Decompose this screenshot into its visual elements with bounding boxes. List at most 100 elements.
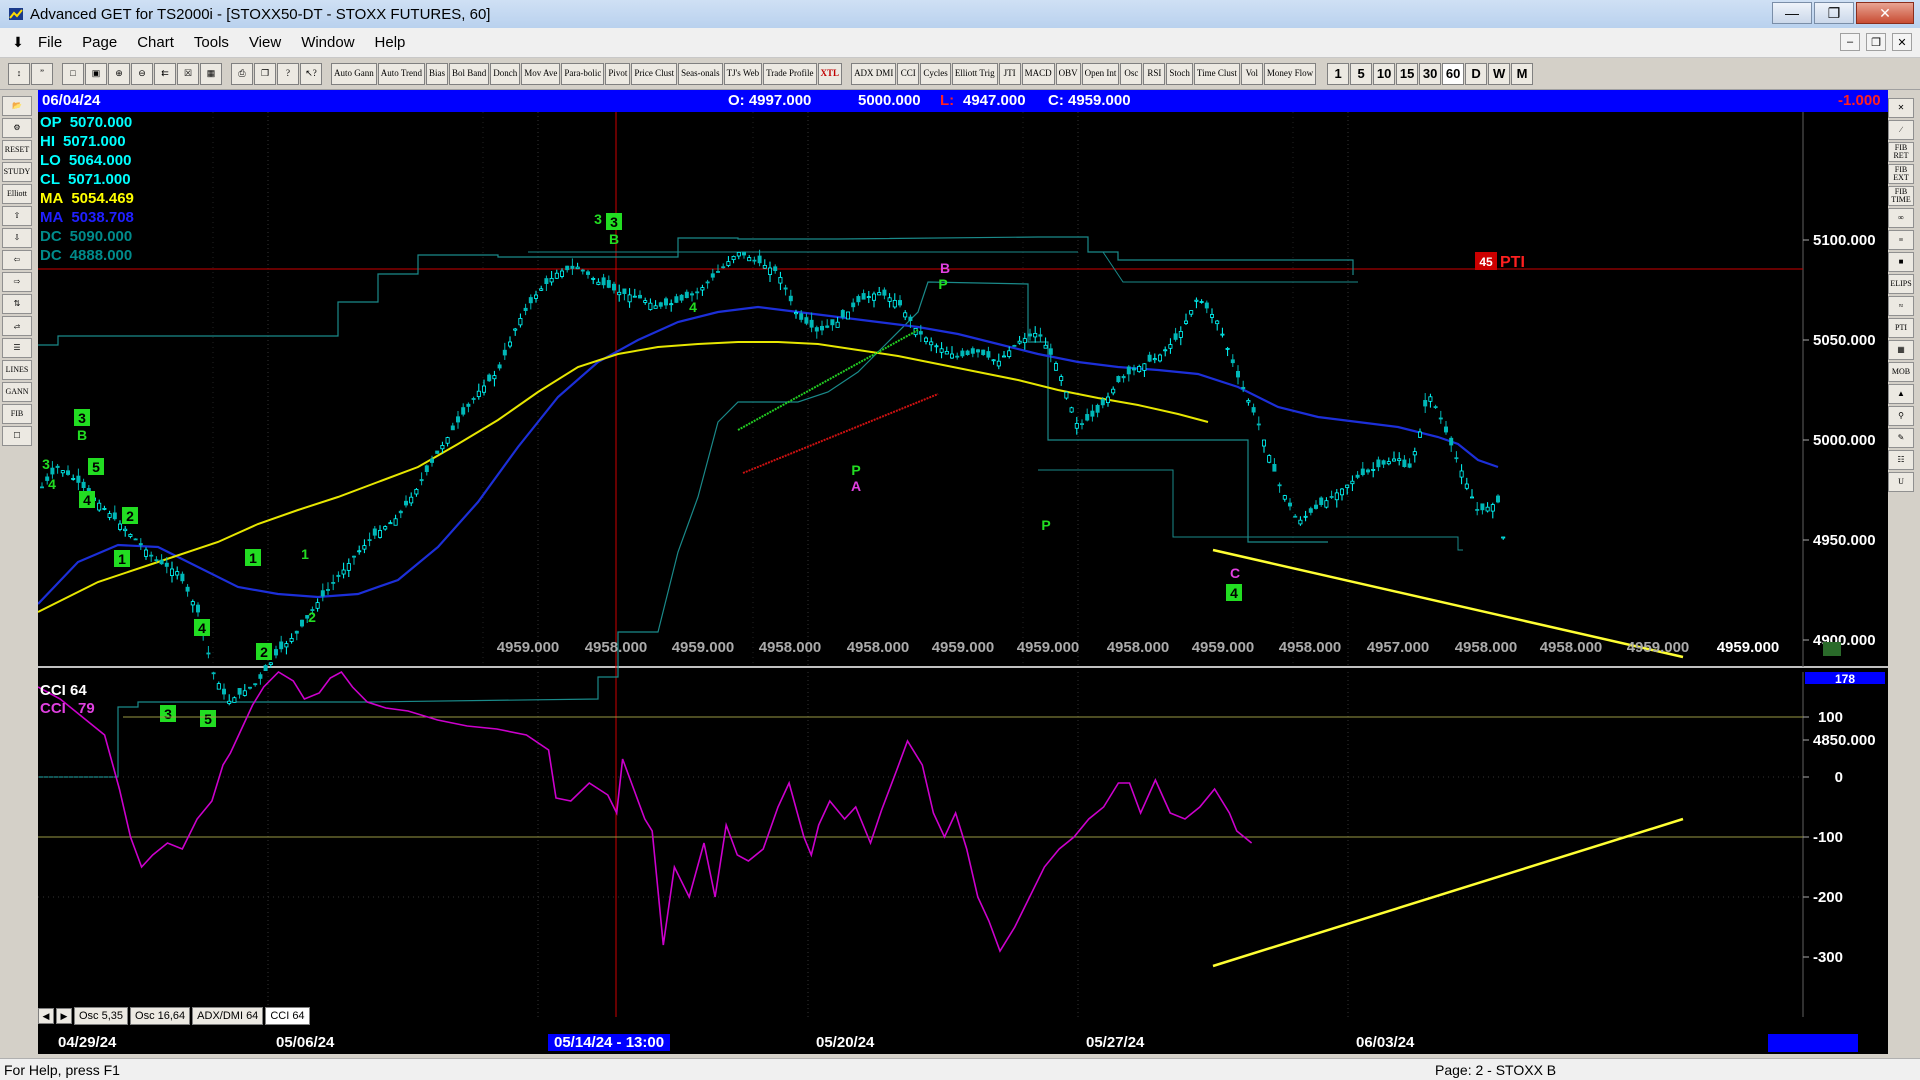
delete-icon[interactable]: ☒ (177, 62, 199, 85)
quote-icon[interactable]: ” (31, 62, 53, 85)
left-tool-icon-9[interactable]: ⇅ (2, 294, 32, 314)
left-tool-icon-0[interactable]: 📂 (2, 96, 32, 116)
interval-15-button[interactable]: 15 (1396, 62, 1419, 85)
osc-macd-button[interactable]: MACD (1021, 62, 1055, 85)
study-xtl-button[interactable]: XTL (817, 62, 843, 85)
left-tool-icon-5[interactable]: ⇧ (2, 206, 32, 226)
right-tool-icon-11[interactable]: ▦ (1888, 340, 1914, 360)
right-tool-fib-ext[interactable]: FIB EXT (1888, 164, 1914, 184)
study-auto-trend-button[interactable]: Auto Trend (377, 62, 426, 85)
osc-money-flow-button[interactable]: Money Flow (1263, 62, 1317, 85)
study-para-bolic-button[interactable]: Para-bolic (561, 62, 605, 85)
copy-icon[interactable]: ❐ (254, 62, 276, 85)
menu-help[interactable]: Help (365, 34, 416, 51)
osc-adx-dmi-button[interactable]: ADX DMI (851, 62, 897, 85)
zoom-out-icon[interactable]: ⊖ (131, 62, 153, 85)
tab-cci-64[interactable]: CCI 64 (265, 1007, 310, 1025)
interval-d-button[interactable]: D (1465, 62, 1488, 85)
right-tool-icon-9[interactable]: ≈ (1888, 296, 1914, 316)
study-donch-button[interactable]: Donch (490, 62, 521, 85)
save-icon[interactable]: ▣ (85, 62, 107, 85)
left-tool-icon-15[interactable]: ☐ (2, 426, 32, 446)
study-auto-gann-button[interactable]: Auto Gann (331, 62, 377, 85)
study-price-clust-button[interactable]: Price Clust (631, 62, 678, 85)
zoom-in-icon[interactable]: ⊕ (108, 62, 130, 85)
left-tool-icon-1[interactable]: ⚙ (2, 118, 32, 138)
tab-next-icon[interactable]: ▶ (56, 1008, 72, 1024)
left-tool-elliott[interactable]: Elliott (2, 184, 32, 204)
context-help-icon[interactable]: ↖? (300, 62, 322, 85)
right-tool-icon-17[interactable]: U (1888, 472, 1914, 492)
print-icon[interactable]: ⎙ (231, 62, 253, 85)
right-tool-icon-5[interactable]: ∞ (1888, 208, 1914, 228)
left-tool-icon-11[interactable]: ☰ (2, 338, 32, 358)
osc-obv-button[interactable]: OBV (1055, 62, 1081, 85)
left-tool-study[interactable]: STUDY (2, 162, 32, 182)
right-tool-pti[interactable]: PTI (1888, 318, 1914, 338)
new-page-icon[interactable]: □ (62, 62, 84, 85)
interval-1-button[interactable]: 1 (1327, 62, 1350, 85)
maximize-button[interactable]: ❐ (1814, 2, 1854, 24)
left-tool-reset[interactable]: RESET (2, 140, 32, 160)
left-tool-gann[interactable]: GANN (2, 382, 32, 402)
arrow-icon[interactable]: ↕ (8, 62, 30, 85)
close-button[interactable]: ✕ (1856, 2, 1914, 24)
scroll-left-icon[interactable]: ⇇ (154, 62, 176, 85)
tab-adx-dmi-64[interactable]: ADX/DMI 64 (192, 1007, 264, 1025)
right-tool-icon-13[interactable]: ▲ (1888, 384, 1914, 404)
grid-icon[interactable]: ▦ (200, 62, 222, 85)
osc-cycles-button[interactable]: Cycles (920, 62, 951, 85)
osc-jti-button[interactable]: JTI (998, 62, 1021, 85)
study-bol-band-button[interactable]: Bol Band (449, 62, 490, 85)
osc-time-clust-button[interactable]: Time Clust (1193, 62, 1240, 85)
mdi-close-button[interactable]: ✕ (1892, 33, 1912, 51)
right-tool-fib-ret[interactable]: FIB RET (1888, 142, 1914, 162)
menu-file[interactable]: File (28, 34, 72, 51)
mdi-minimize-button[interactable]: – (1840, 33, 1860, 51)
osc-vol-button[interactable]: Vol (1240, 62, 1263, 85)
menu-view[interactable]: View (239, 34, 291, 51)
study-bias-button[interactable]: Bias (426, 62, 449, 85)
right-tool-mob[interactable]: MOB (1888, 362, 1914, 382)
menu-page[interactable]: Page (72, 34, 127, 51)
osc-open-int-button[interactable]: Open Int (1081, 62, 1120, 85)
interval-60-button[interactable]: 60 (1442, 62, 1465, 85)
osc-elliott-trig-button[interactable]: Elliott Trig (951, 62, 998, 85)
study-seas-onals-button[interactable]: Seas-onals (678, 62, 723, 85)
interval-5-button[interactable]: 5 (1350, 62, 1373, 85)
left-tool-lines[interactable]: LINES (2, 360, 32, 380)
left-tool-icon-6[interactable]: ⇩ (2, 228, 32, 248)
left-tool-fib[interactable]: FIB (2, 404, 32, 424)
osc-stoch-button[interactable]: Stoch (1166, 62, 1193, 85)
interval-30-button[interactable]: 30 (1419, 62, 1442, 85)
left-tool-icon-10[interactable]: ⥄ (2, 316, 32, 336)
osc-cci-button[interactable]: CCI (897, 62, 920, 85)
right-tool-icon-1[interactable]: ∕ (1888, 120, 1914, 140)
price-chart[interactable]: 5100.000 5050.000 5000.000 4950.000 4900.000… (38, 112, 1888, 1045)
study-tj-s-web-button[interactable]: TJ's Web (723, 62, 763, 85)
right-tool-icon-7[interactable]: ■ (1888, 252, 1914, 272)
osc-rsi-button[interactable]: RSI (1143, 62, 1166, 85)
right-tool-icon-15[interactable]: ✎ (1888, 428, 1914, 448)
chart-window[interactable]: 06/04/24 O: 4997.000 5000.000 L: 4947.00… (38, 90, 1888, 1045)
right-tool-icon-0[interactable]: ✕ (1888, 98, 1914, 118)
interval-10-button[interactable]: 10 (1373, 62, 1396, 85)
menu-window[interactable]: Window (291, 34, 364, 51)
interval-w-button[interactable]: W (1488, 62, 1511, 85)
help-icon[interactable]: ? (277, 62, 299, 85)
right-tool-icon-14[interactable]: ⚲ (1888, 406, 1914, 426)
study-pivot-button[interactable]: Pivot (605, 62, 631, 85)
mdi-restore-button[interactable]: ❐ (1866, 33, 1886, 51)
interval-m-button[interactable]: M (1511, 62, 1534, 85)
right-tool-elips[interactable]: ELIPS (1888, 274, 1914, 294)
time-scroll-thumb[interactable] (1768, 1034, 1858, 1052)
right-tool-icon-16[interactable]: ☷ (1888, 450, 1914, 470)
left-tool-icon-7[interactable]: ⇦ (2, 250, 32, 270)
tab-osc-16-64[interactable]: Osc 16,64 (130, 1007, 191, 1025)
right-tool-fib-time[interactable]: FIB TIME (1888, 186, 1914, 206)
osc-osc-button[interactable]: Osc (1120, 62, 1143, 85)
menu-tools[interactable]: Tools (184, 34, 239, 51)
document-icon[interactable]: ⬇ (8, 34, 28, 51)
tab-prev-icon[interactable]: ◀ (38, 1008, 54, 1024)
right-tool-icon-6[interactable]: ≡ (1888, 230, 1914, 250)
